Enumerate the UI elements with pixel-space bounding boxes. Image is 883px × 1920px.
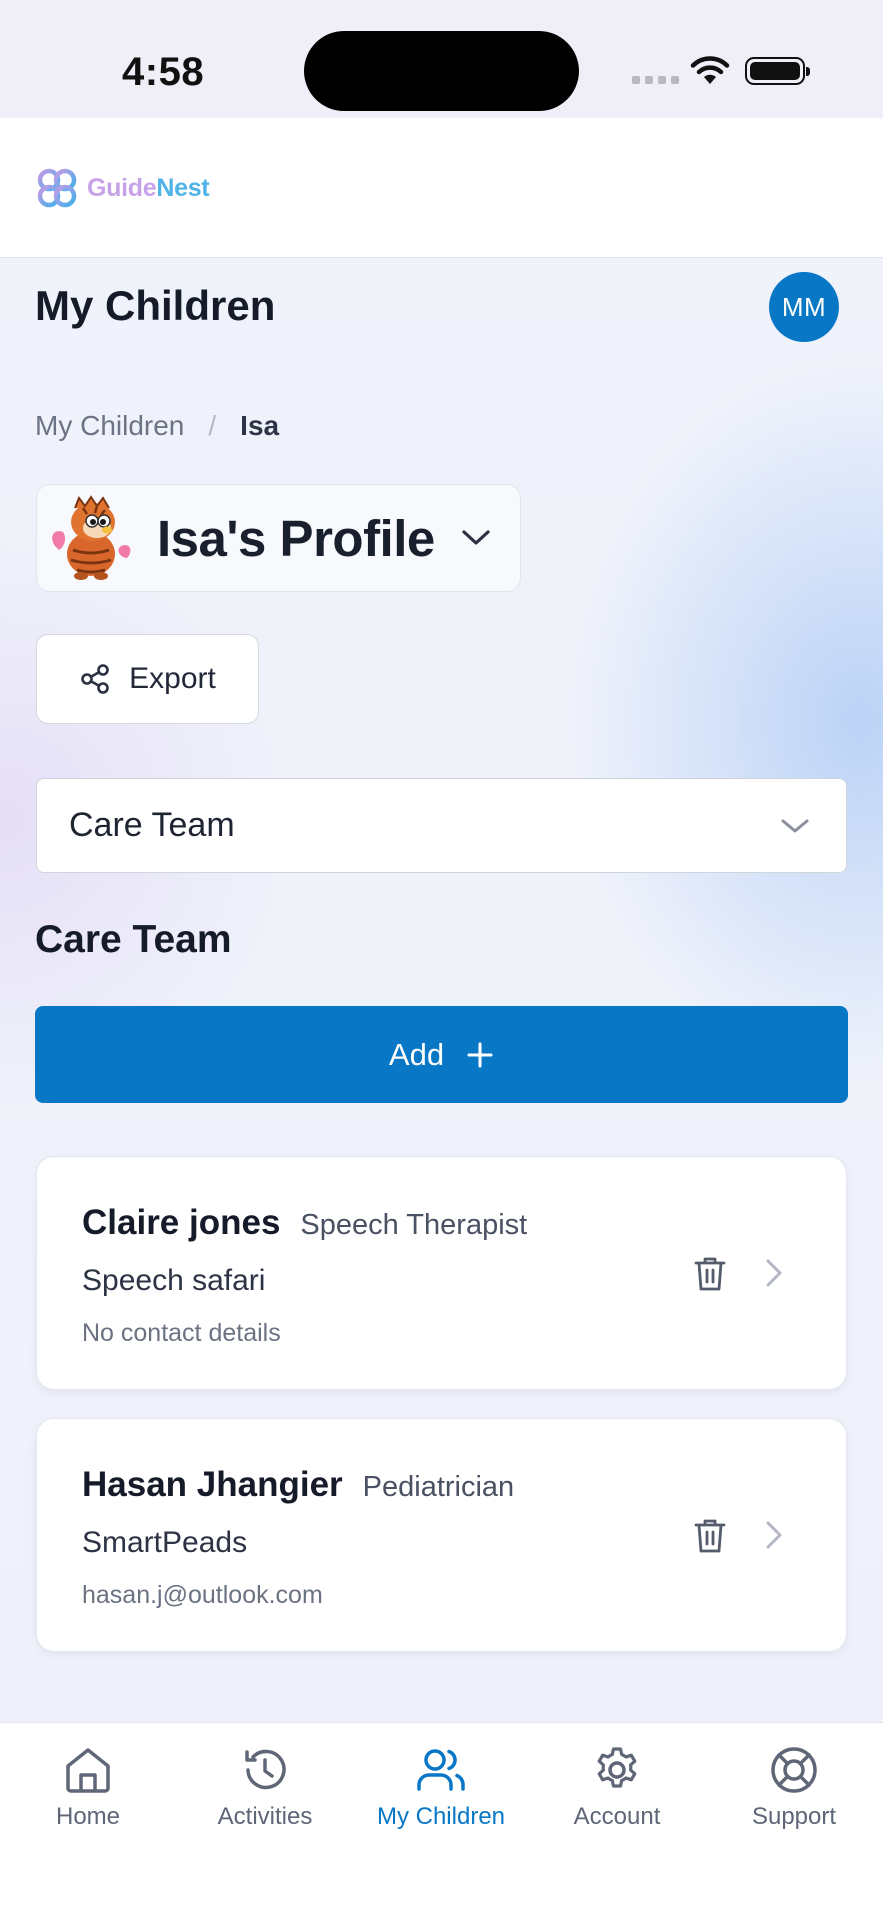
wifi-icon bbox=[690, 56, 730, 84]
member-name: Claire jones bbox=[82, 1203, 281, 1242]
logo-text: GuideNest bbox=[87, 173, 210, 202]
nav-label: Home bbox=[55, 1803, 121, 1830]
nav-account[interactable]: Account bbox=[537, 1745, 697, 1831]
add-button[interactable]: Add bbox=[35, 1006, 848, 1103]
member-name: Hasan Jhangier bbox=[82, 1465, 343, 1504]
guidenest-logo[interactable]: GuideNest bbox=[35, 166, 210, 210]
card-name-row: Hasan Jhangier Pediatrician bbox=[82, 1465, 514, 1505]
profile-selector[interactable]: Isa's Profile bbox=[36, 484, 521, 592]
history-icon bbox=[245, 1749, 286, 1790]
member-role: Pediatrician bbox=[362, 1471, 515, 1503]
member-contact: No contact details bbox=[82, 1319, 281, 1347]
export-label: Export bbox=[129, 662, 216, 695]
nav-home[interactable]: Home bbox=[8, 1745, 168, 1831]
care-team-card[interactable]: Hasan Jhangier Pediatrician SmartPeads h… bbox=[36, 1418, 847, 1652]
status-time: 4:58 bbox=[122, 50, 205, 94]
chevron-right-icon[interactable] bbox=[764, 1257, 784, 1289]
section-heading: Care Team bbox=[35, 918, 232, 961]
trash-icon[interactable] bbox=[693, 1517, 727, 1555]
gear-icon bbox=[597, 1747, 637, 1788]
users-icon bbox=[417, 1749, 465, 1791]
nav-activities[interactable]: Activities bbox=[185, 1745, 345, 1831]
section-select-value: Care Team bbox=[69, 806, 235, 844]
cellular-signal-icon bbox=[632, 76, 679, 84]
export-button[interactable]: Export bbox=[36, 634, 259, 724]
status-bar: 4:58 bbox=[0, 0, 883, 118]
card-name-row: Claire jones Speech Therapist bbox=[82, 1203, 527, 1243]
bottom-nav: Home Activities My Children Account Supp… bbox=[0, 1722, 883, 1920]
tiger-mascot-icon bbox=[52, 495, 131, 580]
chevron-down-icon bbox=[781, 819, 809, 832]
chevron-down-icon bbox=[462, 530, 490, 545]
nav-label: Activities bbox=[217, 1803, 313, 1830]
battery-icon bbox=[745, 57, 810, 85]
member-organization: Speech safari bbox=[82, 1264, 266, 1297]
dynamic-island bbox=[304, 31, 579, 111]
section-select[interactable]: Care Team bbox=[36, 778, 847, 873]
logo-mark-icon bbox=[37, 168, 77, 208]
app-header: GuideNest bbox=[0, 118, 883, 258]
nav-support[interactable]: Support bbox=[714, 1745, 874, 1831]
plus-icon bbox=[467, 1042, 493, 1067]
trash-icon[interactable] bbox=[693, 1255, 727, 1293]
care-team-card[interactable]: Claire jones Speech Therapist Speech saf… bbox=[36, 1156, 847, 1390]
nav-my-children[interactable]: My Children bbox=[361, 1745, 521, 1831]
breadcrumb-my-children[interactable]: My Children bbox=[35, 410, 184, 442]
breadcrumb: My Children / Isa bbox=[35, 410, 279, 442]
chevron-right-icon[interactable] bbox=[764, 1519, 784, 1551]
profile-name: Isa's Profile bbox=[157, 509, 435, 567]
member-role: Speech Therapist bbox=[300, 1209, 528, 1241]
nav-label: Account bbox=[573, 1803, 661, 1830]
breadcrumb-current: Isa bbox=[240, 410, 280, 441]
nav-label: Support bbox=[751, 1803, 837, 1830]
lifebuoy-icon bbox=[771, 1747, 817, 1793]
home-icon bbox=[66, 1748, 110, 1793]
share-icon bbox=[81, 664, 109, 694]
nav-label: My Children bbox=[376, 1803, 506, 1830]
avatar[interactable]: MM bbox=[769, 272, 839, 342]
member-organization: SmartPeads bbox=[82, 1526, 248, 1559]
member-contact: hasan.j@outlook.com bbox=[82, 1581, 323, 1609]
page-title: My Children bbox=[35, 282, 276, 329]
breadcrumb-separator: / bbox=[208, 410, 217, 441]
add-label: Add bbox=[388, 1036, 445, 1072]
page: 4:58 GuideNest My Children MM My Childre… bbox=[0, 0, 883, 1920]
